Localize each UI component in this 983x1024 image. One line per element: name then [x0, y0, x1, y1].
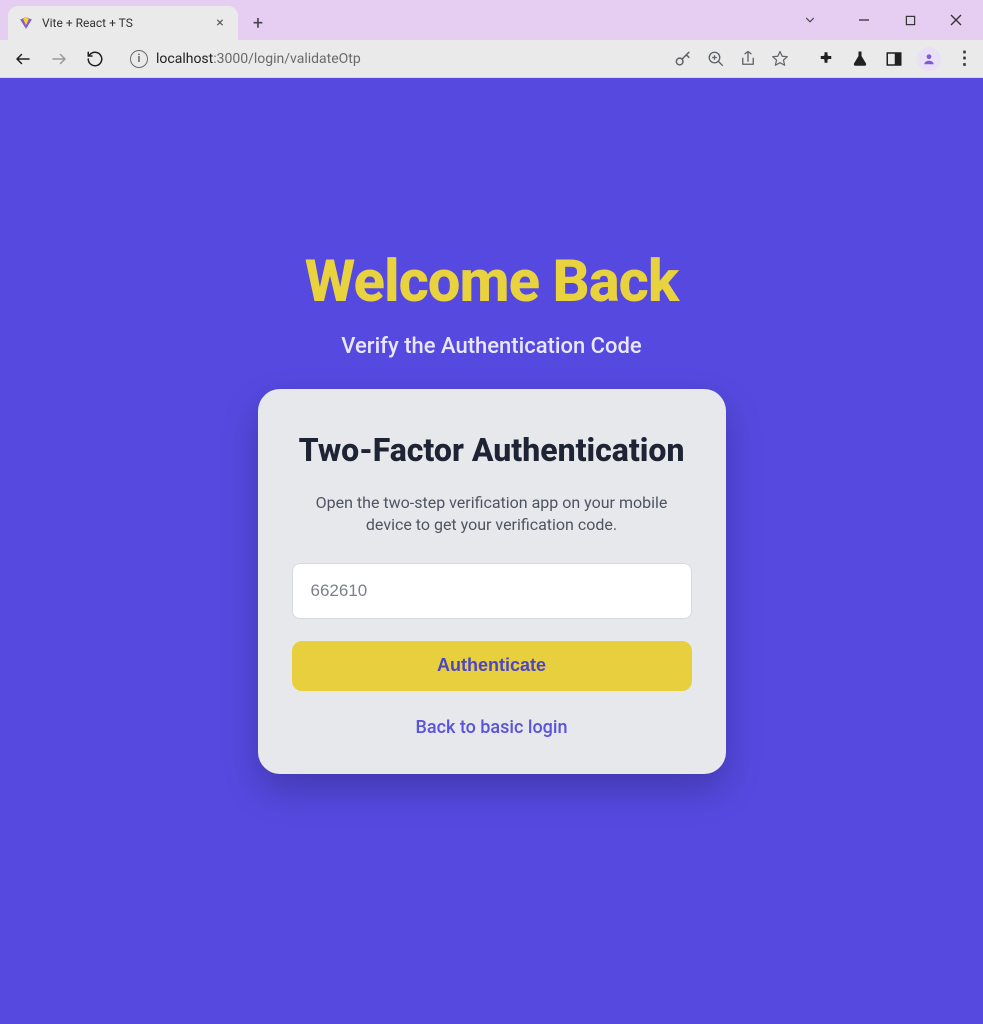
share-icon[interactable] [739, 50, 757, 68]
browser-tab[interactable]: Vite + React + TS × [8, 6, 238, 40]
address-bar[interactable]: i localhost:3000/login/validateOtp [120, 44, 799, 74]
window-close-button[interactable] [933, 4, 979, 36]
extensions-icon[interactable] [815, 48, 837, 70]
vite-favicon-icon [18, 15, 34, 31]
profile-avatar-icon[interactable] [917, 47, 941, 71]
page-subheadline: Verify the Authentication Code [341, 334, 641, 359]
labs-flask-icon[interactable] [849, 48, 871, 70]
tab-close-icon[interactable]: × [212, 15, 228, 31]
otp-input[interactable] [292, 563, 692, 619]
nav-reload-button[interactable] [80, 44, 110, 74]
window-minimize-button[interactable] [841, 4, 887, 36]
browser-toolbar: i localhost:3000/login/validateOtp [0, 40, 983, 78]
authenticate-button[interactable]: Authenticate [292, 641, 692, 691]
nav-forward-button[interactable] [44, 44, 74, 74]
zoom-icon[interactable] [707, 50, 725, 68]
new-tab-button[interactable]: + [244, 9, 272, 37]
browser-tab-strip: Vite + React + TS × + [0, 0, 983, 40]
nav-back-button[interactable] [8, 44, 38, 74]
window-maximize-button[interactable] [887, 4, 933, 36]
devices-panel-icon[interactable] [883, 48, 905, 70]
back-to-login-link[interactable]: Back to basic login [292, 717, 692, 738]
tab-search-chevron-icon[interactable] [787, 4, 833, 36]
bookmark-star-icon[interactable] [771, 50, 789, 68]
key-icon[interactable] [673, 49, 693, 69]
card-description: Open the two-step verification app on yo… [292, 492, 692, 537]
card-title: Two-Factor Authentication [292, 431, 692, 469]
page-headline: Welcome Back [305, 248, 678, 316]
page-body: Welcome Back Verify the Authentication C… [0, 78, 983, 1024]
otp-card: Two-Factor Authentication Open the two-s… [258, 389, 726, 773]
site-info-icon[interactable]: i [130, 50, 148, 68]
tab-title: Vite + React + TS [42, 16, 204, 30]
browser-menu-icon[interactable]: ⋮ [953, 48, 975, 70]
address-text: localhost:3000/login/validateOtp [156, 51, 361, 67]
